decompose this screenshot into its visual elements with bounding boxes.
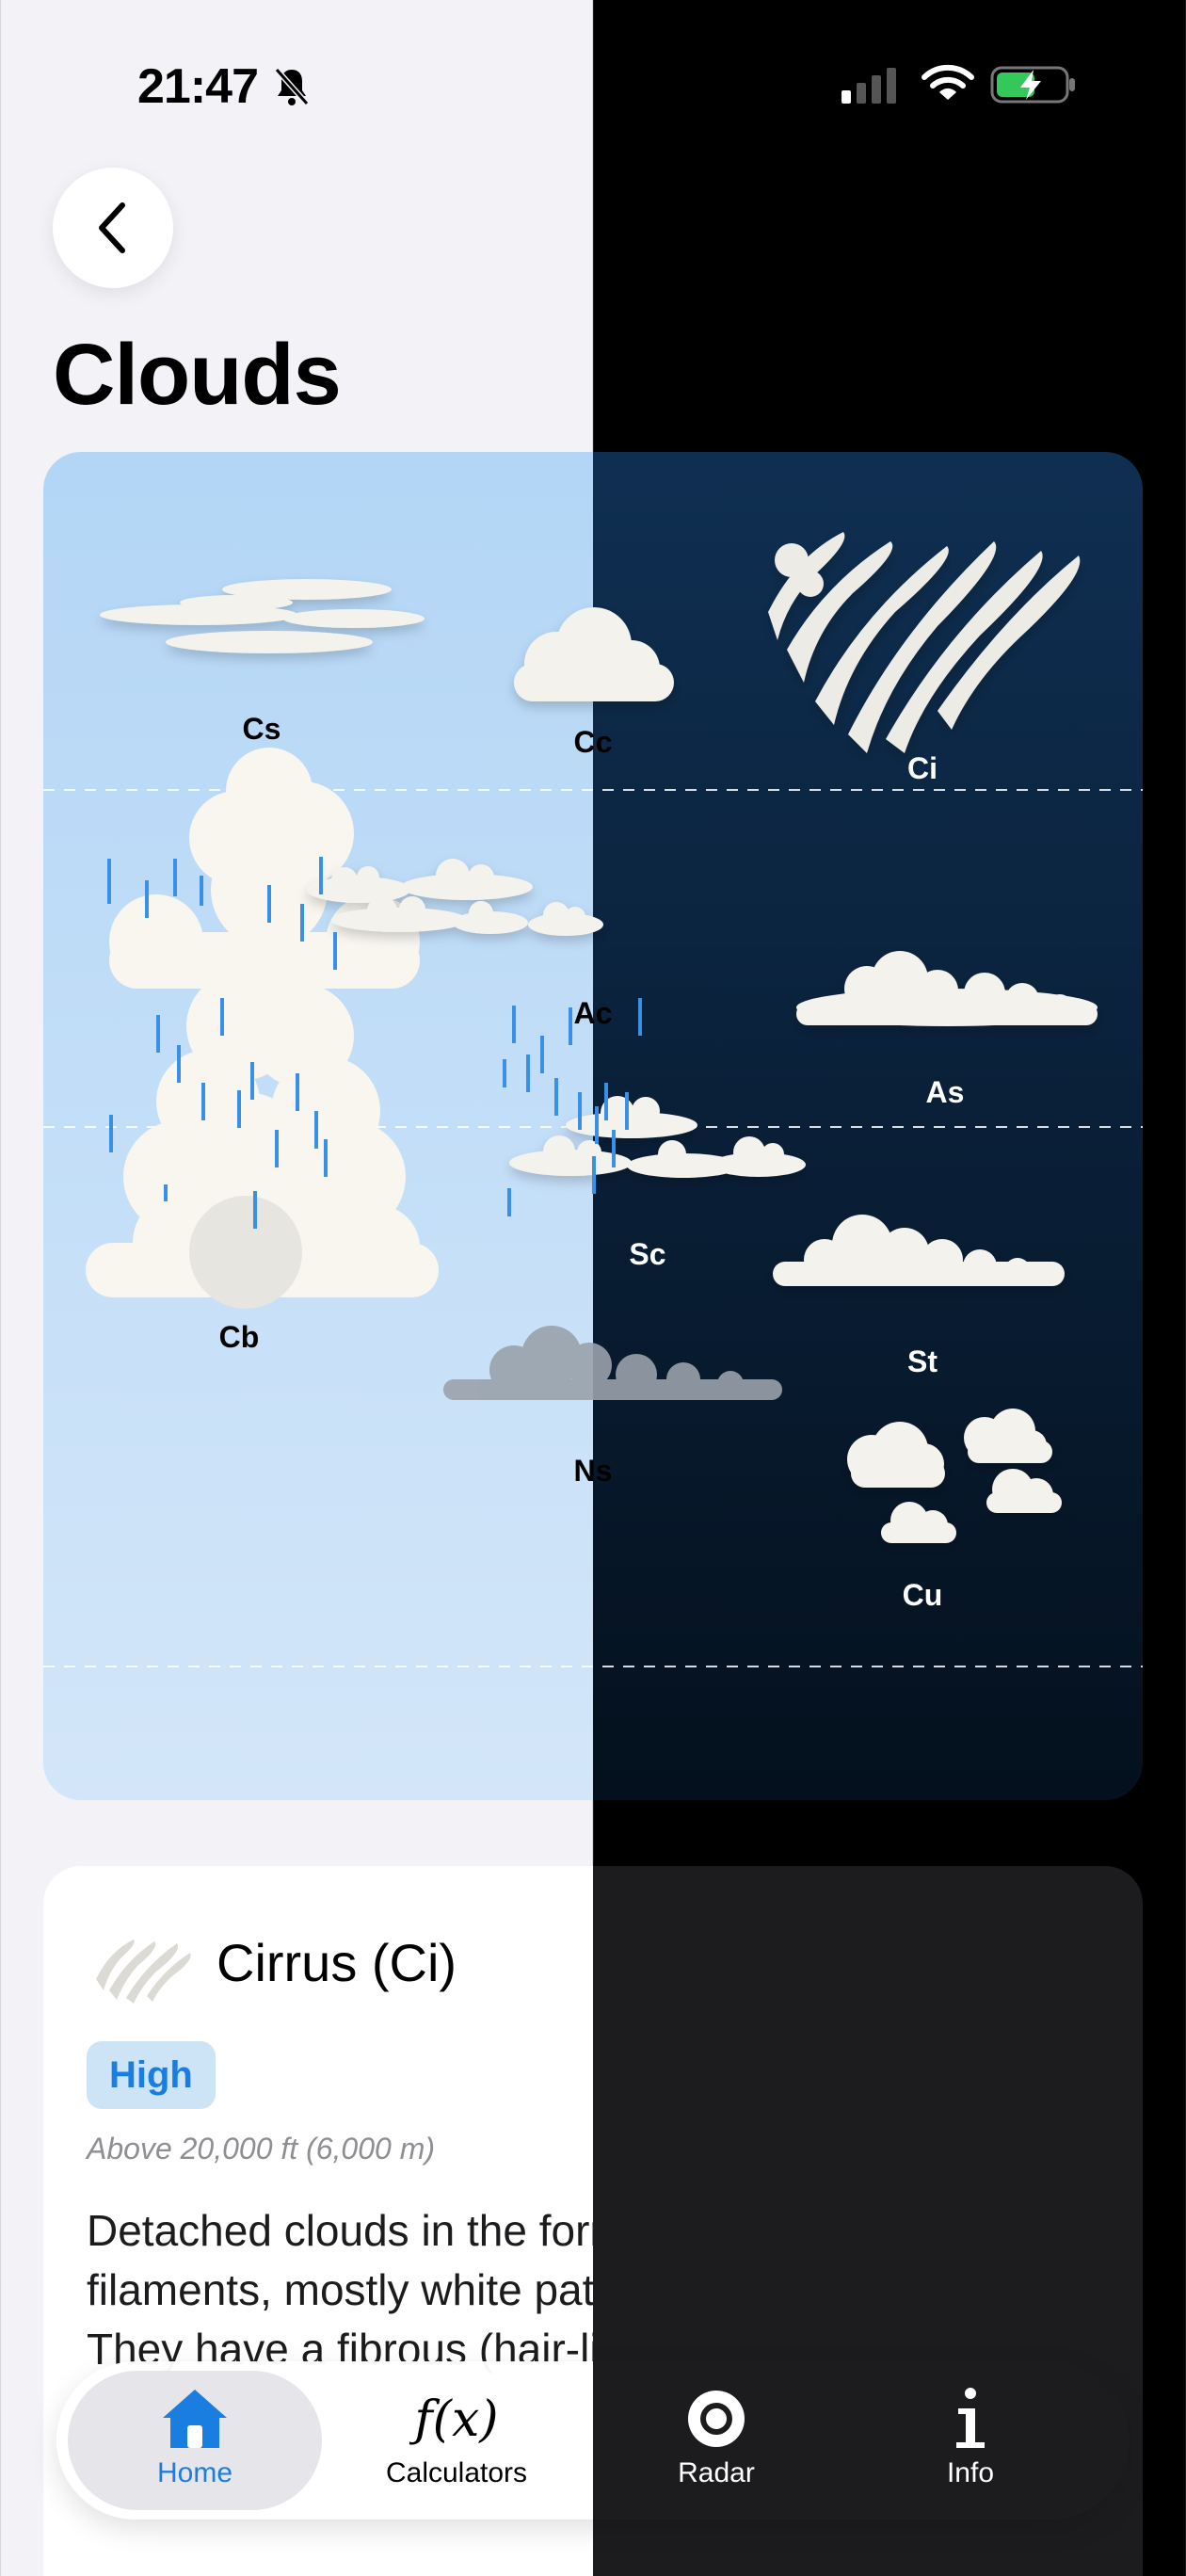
function-icon: ƒ(x) bbox=[409, 2391, 499, 2447]
tab-calculators-label: Calculators bbox=[385, 2457, 528, 2488]
bell-slash-icon bbox=[274, 68, 310, 105]
label-ns: Ns bbox=[573, 1454, 613, 1488]
label-cu: Cu bbox=[902, 1578, 943, 1612]
label-as: As bbox=[925, 1075, 965, 1109]
label-ac: Ac bbox=[573, 996, 613, 1030]
cloud-types-diagram: Cs Cc Ci Ac As Sc Cb St Ns Cu bbox=[43, 452, 1143, 1800]
tab-calculators[interactable]: ƒ(x) Calculators bbox=[329, 2361, 584, 2520]
description-line: filaments, mostly white patches or narro… bbox=[87, 2265, 1023, 2314]
battery-charging-icon bbox=[990, 66, 1075, 104]
info-icon bbox=[956, 2388, 985, 2448]
chevron-left-icon bbox=[99, 202, 125, 253]
svg-text:ƒ(x): ƒ(x) bbox=[409, 2391, 499, 2447]
label-ci: Ci bbox=[907, 751, 938, 785]
label-sc: Sc bbox=[629, 1237, 666, 1271]
description-line: Detached clouds in the form of white, de… bbox=[87, 2206, 961, 2255]
label-cs: Cs bbox=[242, 712, 281, 746]
status-time: 21:47 bbox=[137, 59, 259, 114]
back-button[interactable] bbox=[53, 168, 173, 288]
cloud-description: Detached clouds in the form of white, de… bbox=[87, 2201, 1122, 2379]
label-cb: Cb bbox=[218, 1320, 260, 1354]
tab-radar-label: Radar bbox=[678, 2457, 755, 2488]
signal-icon bbox=[841, 68, 896, 104]
label-st: St bbox=[907, 1344, 938, 1378]
tab-info[interactable]: Info bbox=[843, 2361, 1098, 2520]
level-badge: High bbox=[87, 2041, 216, 2109]
altitude-text: Above 20,000 ft (6,000 m) bbox=[87, 2132, 435, 2165]
tab-radar[interactable]: Radar bbox=[589, 2361, 843, 2520]
tab-home-label: Home bbox=[156, 2457, 233, 2488]
tab-bar: Home ƒ(x) Calculators Radar Info bbox=[56, 2361, 1130, 2520]
cirrus-cloud-icon bbox=[96, 1940, 191, 2004]
cloud-title: Cirrus (Ci) bbox=[216, 1933, 457, 1992]
page-title: Clouds bbox=[53, 327, 342, 423]
tab-info-label: Info bbox=[946, 2457, 995, 2488]
wifi-icon bbox=[922, 64, 974, 100]
radar-icon bbox=[688, 2391, 745, 2447]
tab-home[interactable]: Home bbox=[68, 2371, 322, 2510]
label-cc: Cc bbox=[573, 725, 613, 759]
rain-streaks bbox=[107, 857, 642, 1229]
house-icon bbox=[163, 2390, 227, 2448]
